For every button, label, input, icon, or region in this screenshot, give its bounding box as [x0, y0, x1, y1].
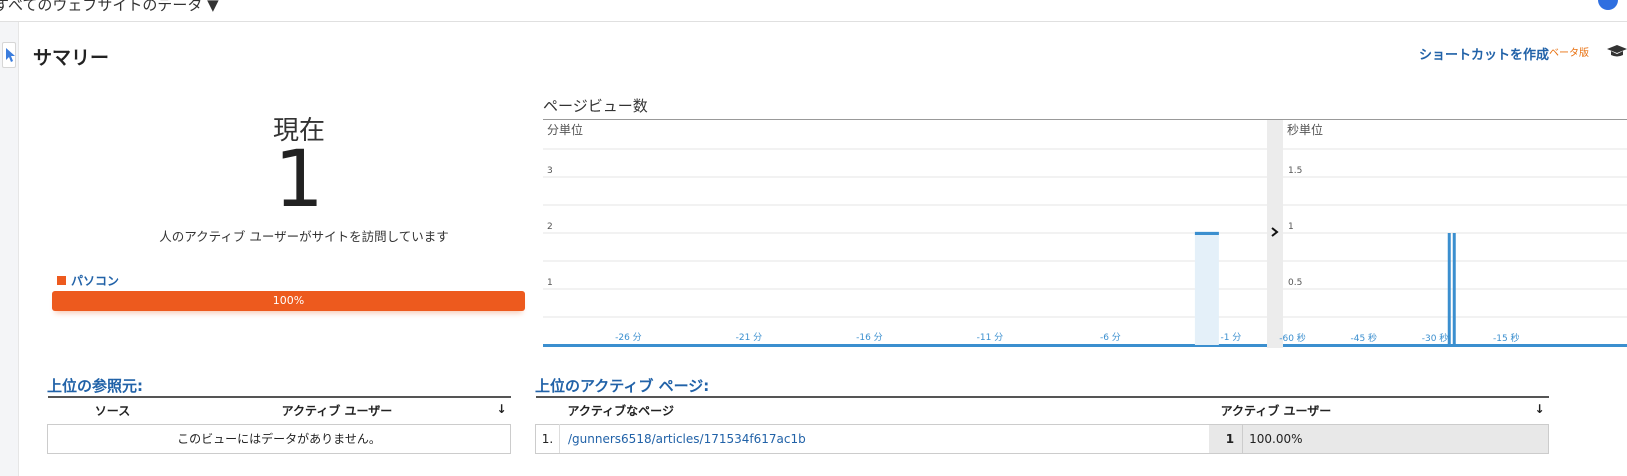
top-referrers-title: 上位の参照元: — [47, 377, 143, 395]
active-user-count: 1 — [274, 135, 324, 225]
second-x-tick-label: -15 秒 — [1493, 332, 1520, 344]
second-x-tick-label: -45 秒 — [1350, 332, 1377, 344]
column-source[interactable]: ソース — [47, 396, 178, 424]
second-y-tick-label: 1 — [1288, 222, 1294, 232]
minute-bar — [1194, 232, 1219, 235]
account-avatar[interactable] — [1598, 0, 1618, 10]
referrers-table: ソース アクティブ ユーザー ↓ このビューにはデータがありません。 — [47, 396, 511, 454]
top-active-pages-title: 上位のアクティブ ページ: — [535, 377, 710, 395]
device-legend-desktop[interactable]: パソコン — [57, 272, 119, 289]
column-active-users-label: アクティブ ユーザー — [281, 404, 393, 419]
second-bar — [1452, 233, 1456, 345]
sidebar-toggle[interactable] — [2, 42, 16, 68]
minute-x-tick-label: -16 分 — [856, 332, 883, 343]
device-share-label: 100% — [272, 294, 305, 307]
second-y-tick-label: 0.5 — [1288, 278, 1302, 288]
minute-x-tick-label: -6 分 — [1100, 332, 1121, 343]
minute-panel-label: 分単位 — [547, 122, 583, 137]
column-active-users[interactable]: アクティブ ユーザー ↓ — [1208, 396, 1549, 424]
active-pages-table: アクティブなページ アクティブ ユーザー ↓ 1. /gunners6518/ar… — [535, 396, 1549, 454]
cursor-icon — [6, 48, 15, 62]
table-row: 1. /gunners6518/articles/171534f617ac1b … — [535, 423, 1549, 454]
sort-down-icon[interactable]: ↓ — [496, 402, 510, 416]
sort-down-icon[interactable]: ↓ — [1534, 402, 1548, 416]
beta-badge: ベータ版 — [1549, 48, 1589, 59]
page-path-link[interactable]: /gunners6518/articles/171534f617ac1b — [559, 423, 1209, 454]
view-selector[interactable]: すべてのウェブサイトのデータ ▼ — [0, 0, 219, 15]
row-users: 1 — [1208, 423, 1244, 454]
device-share-bar: 100% — [52, 291, 525, 311]
pageviews-chart: 分単位 1 2 3 -26 分 -21 分 -16 分 -11 分 -6 分 -1 分 秒単位 0.5… — [543, 119, 1627, 348]
minute-highlight-band — [1194, 231, 1219, 345]
second-x-tick-label: -30 秒 — [1422, 332, 1449, 344]
top-bar: すべてのウェブサイトのデータ ▼ — [0, 0, 1627, 22]
minute-y-tick-label: 2 — [547, 222, 553, 232]
legend-swatch — [57, 276, 66, 285]
second-panel-label: 秒単位 — [1287, 122, 1323, 137]
minute-x-tick-label: -21 分 — [736, 332, 763, 343]
row-rank: 1. — [535, 423, 560, 454]
left-rail — [0, 22, 19, 476]
pageviews-title: ページビュー数 — [543, 97, 648, 115]
table-row: このビューにはデータがありません。 — [47, 423, 511, 454]
minute-y-tick-label: 1 — [547, 278, 553, 288]
empty-message: このビューにはデータがありません。 — [47, 423, 511, 454]
second-y-tick-label: 1.5 — [1288, 166, 1302, 176]
graduation-cap-icon[interactable] — [1607, 43, 1627, 59]
device-name: パソコン — [71, 274, 120, 288]
realtime-overview: サマリー ショートカットを作成 ベータ版 現在 1 人のアクティブ ユーザーがサ… — [19, 37, 1627, 476]
minute-x-tick-label: -26 分 — [615, 332, 642, 343]
column-active-users[interactable]: アクティブ ユーザー ↓ — [177, 396, 511, 424]
column-active-page[interactable]: アクティブなページ — [535, 396, 1209, 424]
second-bar — [1447, 233, 1451, 345]
minute-baseline — [543, 344, 1267, 347]
column-active-users-label: アクティブ ユーザー — [1220, 404, 1332, 419]
minute-y-tick-label: 3 — [547, 166, 553, 176]
create-shortcut-link[interactable]: ショートカットを作成 — [1419, 44, 1549, 63]
page-path[interactable]: /gunners6518/articles/171534f617ac1b — [568, 432, 806, 446]
second-x-tick-label: -60 秒 — [1279, 332, 1306, 344]
minute-x-tick-label: -11 分 — [977, 332, 1004, 343]
minute-x-tick-label: -1 分 — [1220, 332, 1241, 343]
page-title: サマリー — [33, 47, 110, 69]
active-user-description: 人のアクティブ ユーザーがサイトを訪問しています — [159, 229, 449, 244]
row-percent: 100.00% — [1242, 423, 1549, 454]
